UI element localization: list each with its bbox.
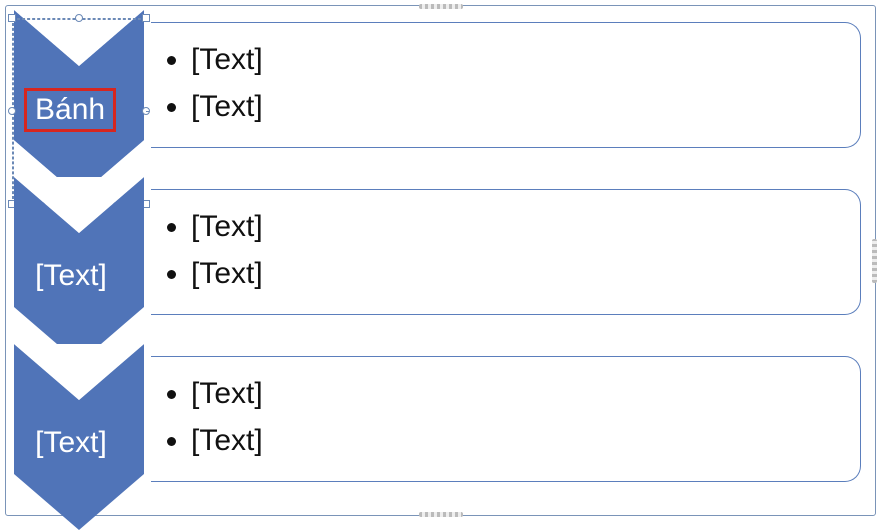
chevron-label-2[interactable]: [Text] [6,259,136,293]
chevron-label-3[interactable]: [Text] [6,426,136,460]
chevron-label-1[interactable]: Bánh [24,88,116,132]
list-item[interactable]: [Text] [191,418,840,465]
smartart-canvas[interactable]: Bánh [Text] [Text] [5,5,876,516]
smartart-step-2[interactable]: [Text] [Text] [Text] [6,181,875,351]
list-item[interactable]: [Text] [191,37,840,84]
list-item[interactable]: [Text] [191,251,840,298]
smartart-step-1[interactable]: Bánh [Text] [Text] [6,14,875,184]
smartart-step-3[interactable]: [Text] [Text] [Text] [6,348,875,518]
list-item[interactable]: [Text] [191,371,840,418]
canvas-resize-top[interactable] [419,4,463,9]
content-box-1[interactable]: [Text] [Text] [151,22,861,148]
content-box-3[interactable]: [Text] [Text] [151,356,861,482]
list-item[interactable]: [Text] [191,204,840,251]
content-box-2[interactable]: [Text] [Text] [151,189,861,315]
list-item[interactable]: [Text] [191,84,840,131]
